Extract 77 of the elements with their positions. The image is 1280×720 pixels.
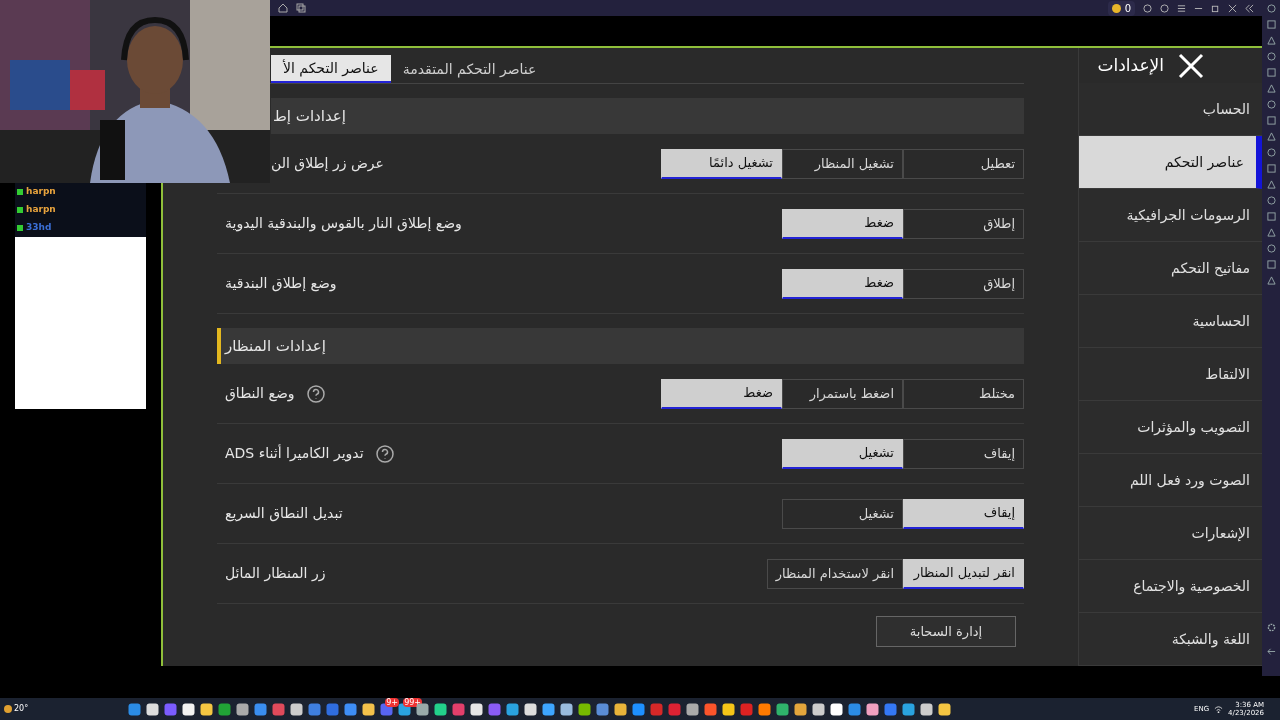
settings-icon[interactable] [1266, 623, 1276, 632]
chat-username: harpn [26, 203, 56, 217]
app-icon[interactable] [524, 702, 538, 716]
app-icon[interactable] [830, 702, 844, 716]
app-icon[interactable] [506, 702, 520, 716]
app-icon[interactable] [812, 702, 826, 716]
option-segment[interactable]: اضغط باستمرار [782, 378, 903, 409]
app-icon[interactable] [758, 702, 772, 716]
option-segment[interactable]: تشغيل المنظار [782, 148, 903, 179]
option-segment[interactable]: انقر لتبديل المنظار [903, 558, 1024, 589]
app-icon[interactable] [938, 702, 952, 716]
option-segment[interactable]: إيقاف [903, 438, 1024, 469]
home-icon[interactable] [278, 3, 288, 13]
app-icon[interactable] [794, 702, 808, 716]
app-icon[interactable] [290, 702, 304, 716]
option-segment[interactable]: ضغط [782, 208, 903, 239]
setting-label: زر المنظار المائل [225, 564, 326, 584]
option-segment[interactable]: مختلط [903, 378, 1024, 409]
option-segment[interactable]: إيقاف [903, 498, 1024, 529]
app-icon[interactable] [776, 702, 790, 716]
setting-label: تدوير الكاميرا أثناء ADS [225, 443, 364, 464]
tab[interactable]: عناصر التحكم المتقدمة [390, 55, 549, 83]
app-icon[interactable] [434, 702, 448, 716]
app-icon[interactable] [146, 702, 160, 716]
section-title: إعدادات إط [273, 105, 346, 127]
app-icon[interactable] [362, 702, 376, 716]
coin-counter: 0 [1107, 0, 1135, 16]
sidebar-item[interactable]: عناصر التحكم [1079, 136, 1262, 189]
option-segment[interactable]: تشغيل [782, 498, 903, 529]
chat-username: harpn [26, 185, 56, 199]
option-segment[interactable]: تشغيل دائمًا [661, 148, 782, 179]
app-icon[interactable] [686, 702, 700, 716]
windows-icon[interactable] [296, 3, 306, 13]
menu-icon[interactable] [1177, 3, 1186, 13]
collapse-icon[interactable] [1245, 3, 1254, 13]
app-icon[interactable] [182, 702, 196, 716]
app-icon[interactable] [902, 702, 916, 716]
option-segment[interactable]: تشغيل [782, 438, 903, 469]
setting-label: عرض زر إطلاق الن [271, 154, 384, 174]
back-icon[interactable] [1266, 647, 1276, 656]
chat-username: 33hd [26, 221, 52, 235]
restore-icon[interactable] [1211, 3, 1220, 13]
setting-label: وضع إطلاق البندقية [225, 274, 337, 294]
option-segment[interactable]: تعطيل [903, 148, 1024, 179]
option-segment[interactable]: ضغط [661, 378, 782, 409]
tab[interactable]: عناصر التحكم الأ [271, 55, 391, 83]
option-segment[interactable]: إطلاق [903, 208, 1024, 239]
app-icon[interactable] [614, 702, 628, 716]
help-icon[interactable] [375, 444, 394, 463]
app-icon[interactable] [578, 702, 592, 716]
help-icon[interactable] [1160, 3, 1169, 13]
option-segment[interactable]: ضغط [782, 268, 903, 299]
badge-icon [17, 189, 23, 195]
notification-badge: 9+ [385, 697, 399, 707]
option-segment[interactable]: انقر لاستخدام المنظار [766, 558, 903, 589]
app-icon[interactable] [722, 702, 736, 716]
setting-label: وضع النطاق [225, 384, 295, 404]
app-icon[interactable] [866, 702, 880, 716]
section-title: إعدادات المنظار [225, 335, 326, 357]
app-icon[interactable] [560, 702, 574, 716]
window-title: الإعدادات [1097, 53, 1164, 77]
close-icon[interactable] [1228, 3, 1237, 13]
app-icon[interactable] [200, 702, 214, 716]
option-segment[interactable]: إطلاق [903, 268, 1024, 299]
badge-icon [17, 225, 23, 231]
app-icon[interactable] [236, 702, 250, 716]
weather-widget[interactable]: 20° [4, 703, 29, 715]
app-icon[interactable] [920, 702, 934, 716]
cloud-button[interactable]: إدارة السحابة [876, 616, 1016, 647]
setting-label: وضع إطلاق النار بالقوس والبندقية اليدوية [225, 214, 462, 234]
help-icon[interactable] [306, 384, 325, 403]
wifi-icon[interactable] [1214, 704, 1224, 714]
account-icon[interactable] [1143, 3, 1152, 13]
app-icon[interactable] [470, 702, 484, 716]
app-icon[interactable] [542, 702, 556, 716]
setting-label: تبديل النطاق السريع [225, 504, 343, 524]
badge-icon [17, 207, 23, 213]
